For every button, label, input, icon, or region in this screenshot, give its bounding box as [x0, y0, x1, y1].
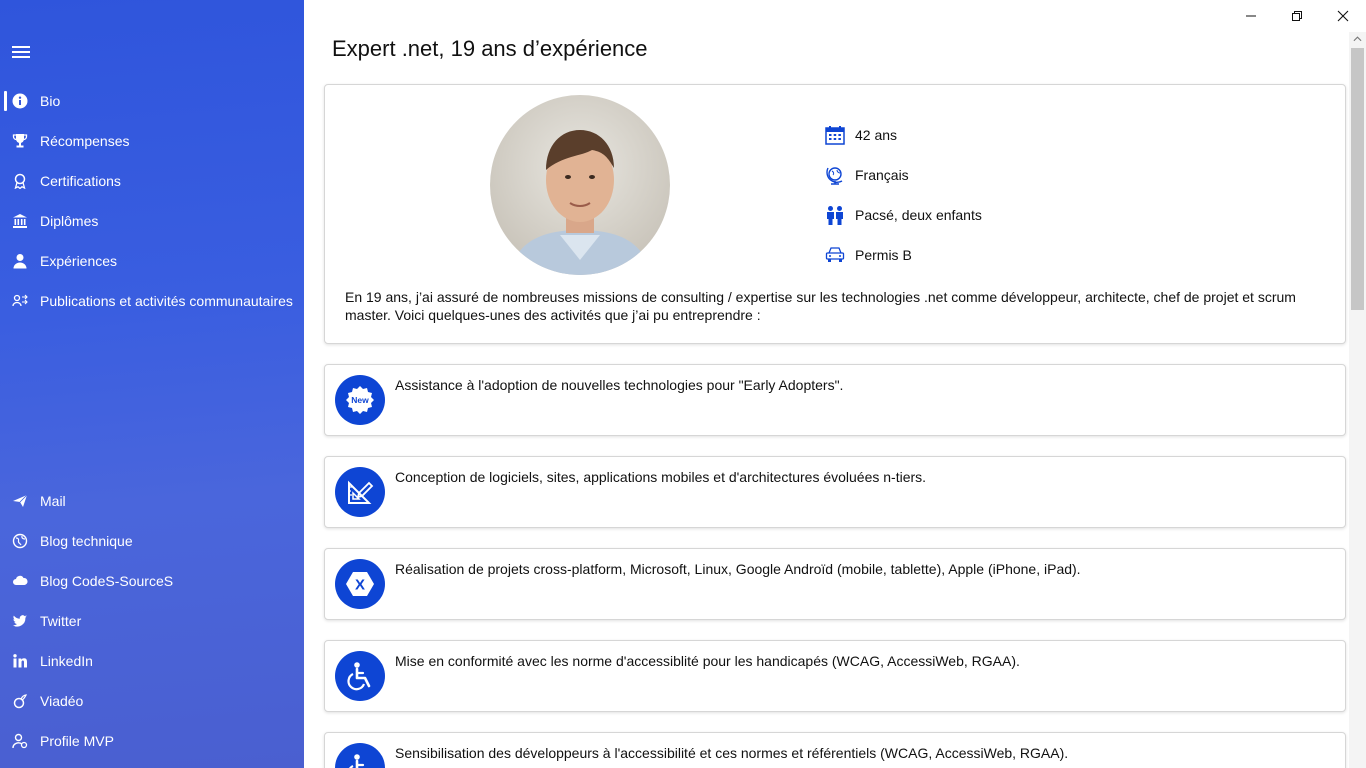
- sidebar-item-label: Bio: [40, 93, 61, 109]
- activity-card: Mise en conformité avec les norme d'acce…: [324, 640, 1346, 712]
- profile-icon: [12, 733, 28, 749]
- activity-text: Réalisation de projets cross-platform, M…: [395, 561, 1081, 577]
- info-family-text: Pacsé, deux enfants: [855, 207, 982, 223]
- minimize-icon: [1246, 15, 1256, 17]
- info-icon: [12, 93, 28, 109]
- info-nationality: Français: [825, 155, 982, 195]
- scroll-up-button[interactable]: [1349, 32, 1366, 46]
- sidebar-item-label: Publications et activités communautaires: [40, 293, 293, 309]
- new-badge-icon: New: [335, 375, 385, 425]
- profile-photo: [490, 95, 670, 275]
- info-age-text: 42 ans: [855, 127, 898, 143]
- viadeo-icon: [12, 693, 28, 709]
- twitter-icon: [12, 613, 28, 629]
- globe-icon: [12, 533, 28, 549]
- bank-icon: [12, 213, 28, 229]
- sidebar-item-certifications[interactable]: Certifications: [0, 161, 304, 201]
- restore-button[interactable]: [1274, 0, 1320, 32]
- sidebar-link-profile-mvp[interactable]: Profile MVP: [0, 721, 304, 761]
- vertical-scrollbar[interactable]: [1349, 32, 1366, 768]
- car-icon: [825, 245, 845, 265]
- accessibility-icon: [335, 651, 385, 701]
- sidebar-link-label: Mail: [40, 493, 66, 509]
- sidebar-nav: Bio Récompenses Certifications Diplômes …: [0, 81, 304, 321]
- close-button[interactable]: [1320, 0, 1366, 32]
- trophy-icon: [12, 133, 28, 149]
- sidebar-item-label: Expériences: [40, 253, 118, 269]
- activity-text: Conception de logiciels, sites, applicat…: [395, 469, 927, 485]
- activity-card: Sensibilisation des développeurs à l'acc…: [324, 732, 1346, 768]
- activity-card: New Assistance à l'adoption de nouvelles…: [324, 364, 1346, 436]
- xamarin-icon: X: [335, 559, 385, 609]
- sidebar-links: Mail Blog technique Blog CodeS-SourceS T…: [0, 481, 304, 761]
- sidebar-item-label: Diplômes: [40, 213, 99, 229]
- minimize-button[interactable]: [1228, 0, 1274, 32]
- sidebar-link-blog-codes-sources[interactable]: Blog CodeS-SourceS: [0, 561, 304, 601]
- sidebar-item-recompenses[interactable]: Récompenses: [0, 121, 304, 161]
- bio-info-list: 42 ans Français Pacsé, deux enfants Perm…: [825, 115, 982, 275]
- info-license: Permis B: [825, 235, 982, 275]
- sidebar-item-diplomes[interactable]: Diplômes: [0, 201, 304, 241]
- activity-text: Assistance à l'adoption de nouvelles tec…: [395, 377, 844, 393]
- info-family: Pacsé, deux enfants: [825, 195, 982, 235]
- sidebar-link-mail[interactable]: Mail: [0, 481, 304, 521]
- sidebar-item-label: Certifications: [40, 173, 121, 189]
- info-nationality-text: Français: [855, 167, 909, 183]
- scrollbar-thumb[interactable]: [1351, 48, 1364, 310]
- sidebar-link-label: Blog technique: [40, 533, 133, 549]
- sidebar-link-label: Blog CodeS-SourceS: [40, 573, 174, 589]
- ribbon-icon: [12, 173, 28, 189]
- close-icon: [1337, 10, 1349, 22]
- svg-text:New: New: [351, 395, 369, 405]
- info-age: 42 ans: [825, 115, 982, 155]
- sidebar-link-twitter[interactable]: Twitter: [0, 601, 304, 641]
- sidebar: Bio Récompenses Certifications Diplômes …: [0, 0, 304, 768]
- sidebar-item-publications[interactable]: Publications et activités communautaires: [0, 281, 304, 321]
- page-title: Expert .net, 19 ans d’expérience: [332, 36, 648, 61]
- calendar-icon: [825, 125, 845, 145]
- sidebar-item-label: Récompenses: [40, 133, 130, 149]
- people-share-icon: [12, 293, 28, 309]
- globe-icon: [825, 165, 845, 185]
- sidebar-link-label: Viadéo: [40, 693, 84, 709]
- sidebar-item-experiences[interactable]: Expériences: [0, 241, 304, 281]
- activity-card: Conception de logiciels, sites, applicat…: [324, 456, 1346, 528]
- sidebar-link-blog-technique[interactable]: Blog technique: [0, 521, 304, 561]
- family-icon: [825, 205, 845, 225]
- ruler-design-icon: [335, 467, 385, 517]
- hamburger-menu-button[interactable]: [12, 46, 30, 58]
- sidebar-item-bio[interactable]: Bio: [0, 81, 304, 121]
- sidebar-link-label: LinkedIn: [40, 653, 93, 669]
- sidebar-link-viadeo[interactable]: Viadéo: [0, 681, 304, 721]
- chevron-up-icon: [1353, 36, 1362, 42]
- restore-icon: [1292, 11, 1302, 21]
- bio-paragraph: En 19 ans, j’ai assuré de nombreuses mis…: [345, 289, 1296, 323]
- cloud-icon: [12, 573, 28, 589]
- svg-text:X: X: [355, 577, 365, 594]
- activity-text: Mise en conformité avec les norme d'acce…: [395, 653, 1020, 669]
- sidebar-link-linkedin[interactable]: LinkedIn: [0, 641, 304, 681]
- person-icon: [12, 253, 28, 269]
- bio-card: 42 ans Français Pacsé, deux enfants Perm…: [324, 84, 1346, 344]
- info-license-text: Permis B: [855, 247, 912, 263]
- linkedin-icon: [12, 653, 28, 669]
- send-icon: [12, 493, 28, 509]
- activity-card: X Réalisation de projets cross-platform,…: [324, 548, 1346, 620]
- sidebar-link-label: Profile MVP: [40, 733, 114, 749]
- sidebar-link-label: Twitter: [40, 613, 82, 629]
- window-controls: [1228, 0, 1366, 32]
- activity-text: Sensibilisation des développeurs à l'acc…: [395, 745, 1069, 761]
- accessibility-icon: [335, 743, 385, 768]
